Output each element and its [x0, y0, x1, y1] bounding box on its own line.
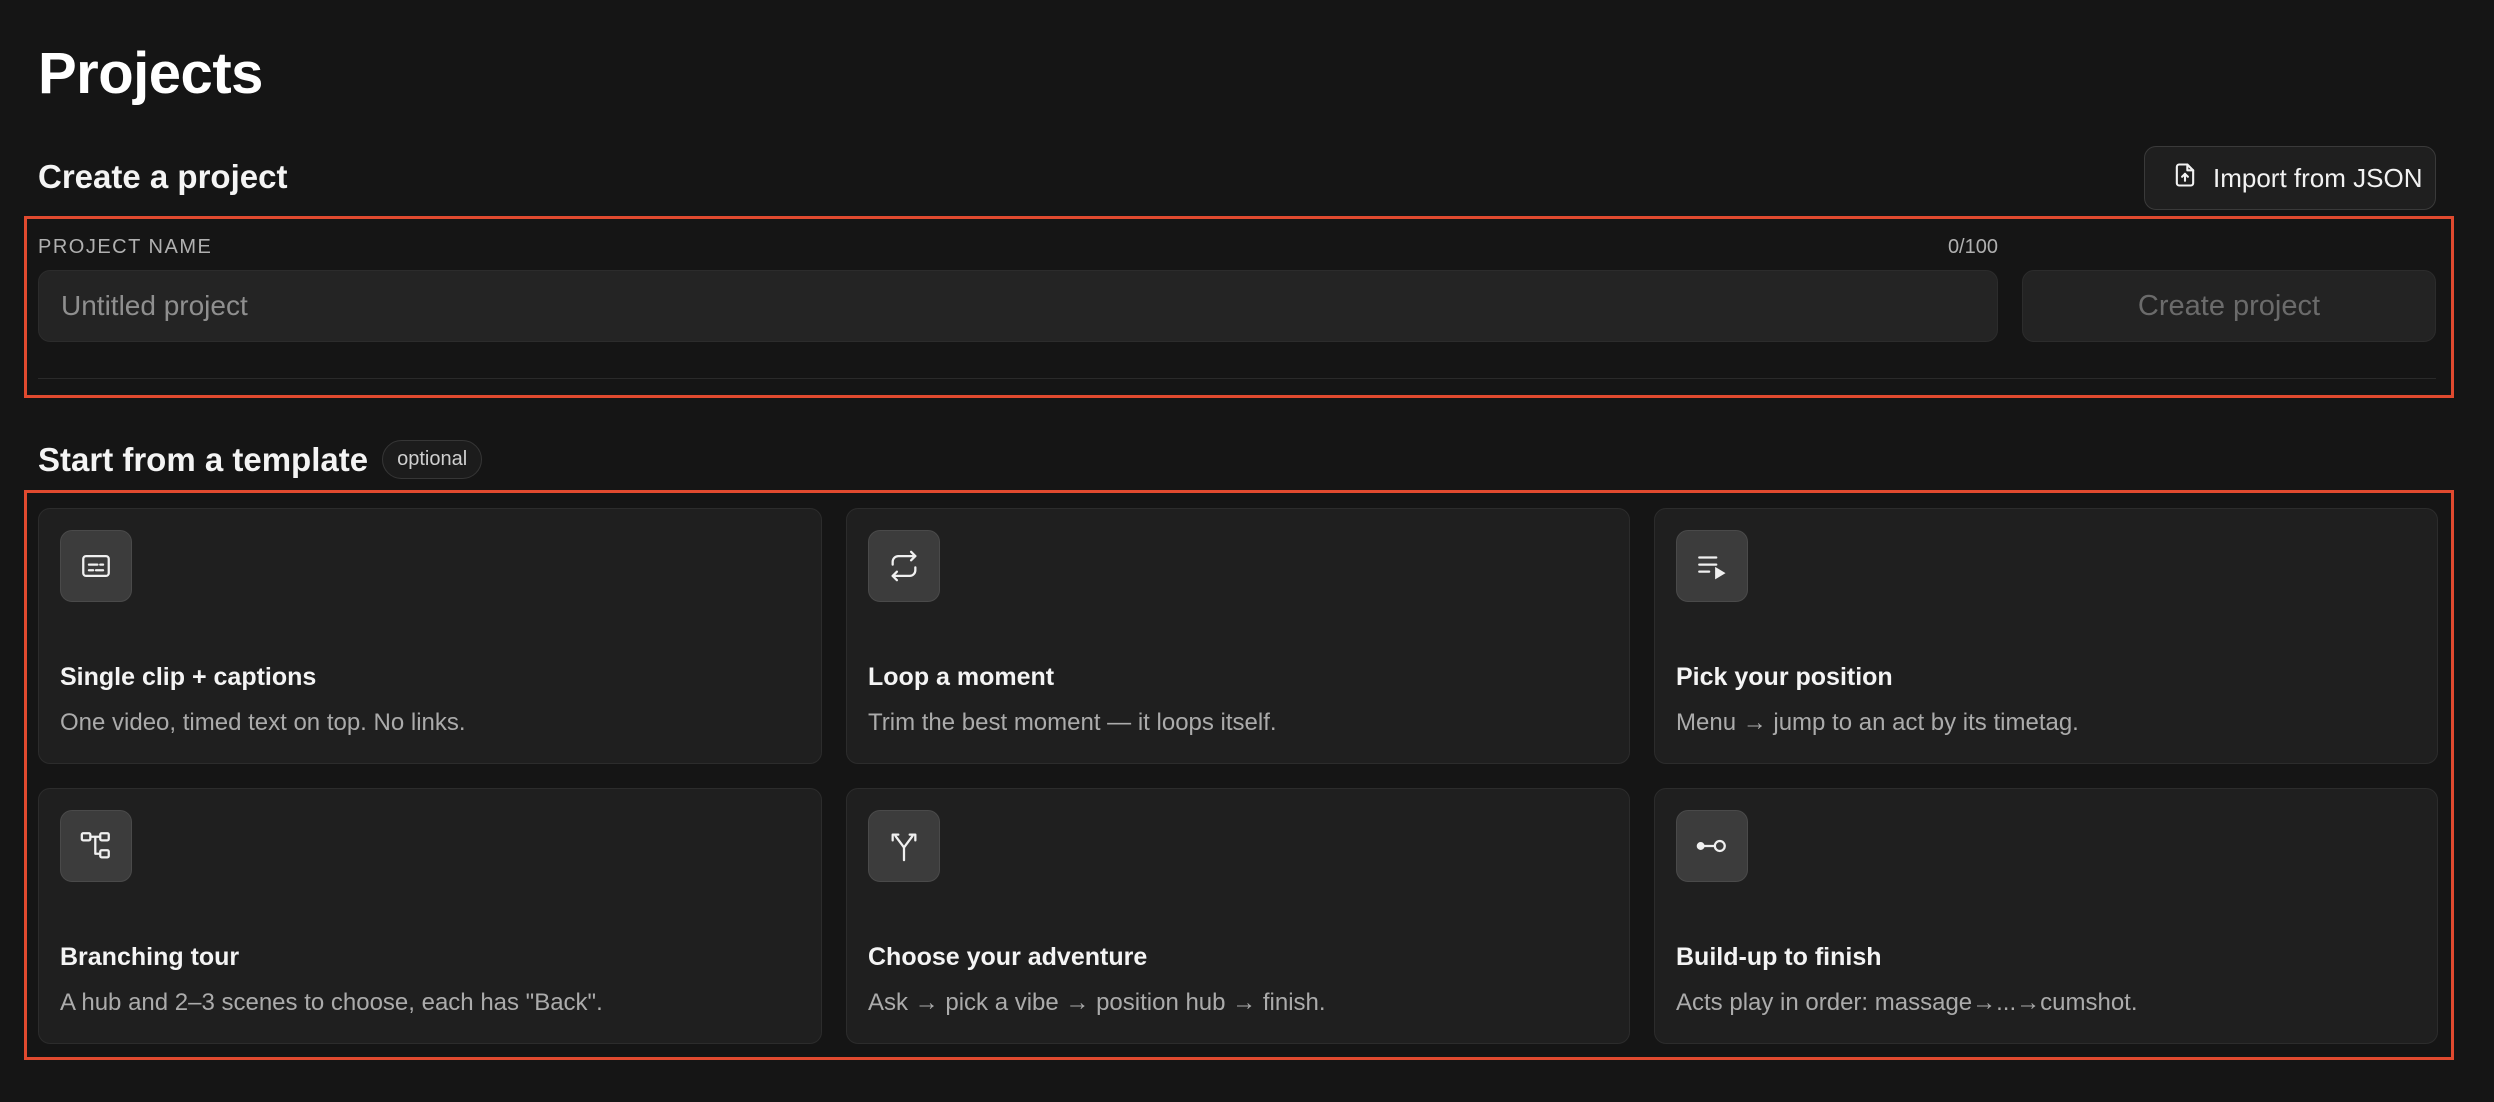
file-upload-icon: [2171, 161, 2199, 196]
template-section-title: Start from a template optional: [38, 440, 483, 479]
template-title: Loop a moment: [868, 663, 1055, 691]
optional-badge: optional: [382, 440, 483, 479]
template-card-single-clip[interactable]: Single clip + captions One video, timed …: [38, 508, 822, 764]
char-count: 0/100: [1947, 236, 1998, 258]
import-json-button[interactable]: Import from JSON: [2144, 146, 2436, 210]
divider: [38, 378, 2436, 379]
import-json-label: Import from JSON: [2213, 162, 2423, 193]
template-card-loop[interactable]: Loop a moment Trim the best moment — it …: [846, 508, 1630, 764]
captions-icon: [60, 530, 132, 602]
commit-icon: [1676, 810, 1748, 882]
template-title: Branching tour: [60, 943, 240, 971]
project-name-label: PROJECT NAME: [38, 236, 213, 258]
template-description: One video, timed text on top. No links.: [60, 709, 466, 736]
template-description: Acts play in order: massage→...→cumshot.: [1676, 989, 2138, 1016]
template-title: Build-up to finish: [1676, 943, 1882, 971]
projects-page: Projects Create a project Import from JS…: [0, 0, 2494, 1102]
create-section-title: Create a project: [38, 158, 288, 195]
template-title: Choose your adventure: [868, 943, 1148, 971]
project-name-input[interactable]: [38, 270, 1998, 342]
page-title: Projects: [38, 41, 263, 106]
template-description: Ask → pick a vibe → position hub → finis…: [868, 989, 1326, 1016]
template-card-choose-adventure[interactable]: Choose your adventure Ask → pick a vibe …: [846, 788, 1630, 1044]
template-card-pick-position[interactable]: Pick your position Menu → jump to an act…: [1654, 508, 2438, 764]
template-description: A hub and 2–3 scenes to choose, each has…: [60, 989, 603, 1016]
playlist-icon: [1676, 530, 1748, 602]
template-section-label: Start from a template: [38, 440, 369, 478]
loop-icon: [868, 530, 940, 602]
split-arrows-icon: [868, 810, 940, 882]
template-card-branching-tour[interactable]: Branching tour A hub and 2–3 scenes to c…: [38, 788, 822, 1044]
template-description: Trim the best moment — it loops itself.: [868, 709, 1277, 736]
template-title: Pick your position: [1676, 663, 1893, 691]
template-grid: Single clip + captions One video, timed …: [38, 508, 2438, 1044]
create-project-button[interactable]: Create project: [2022, 270, 2436, 342]
template-card-build-up[interactable]: Build-up to finish Acts play in order: m…: [1654, 788, 2438, 1044]
template-description: Menu → jump to an act by its timetag.: [1676, 709, 2079, 736]
branch-tree-icon: [60, 810, 132, 882]
template-title: Single clip + captions: [60, 663, 317, 691]
